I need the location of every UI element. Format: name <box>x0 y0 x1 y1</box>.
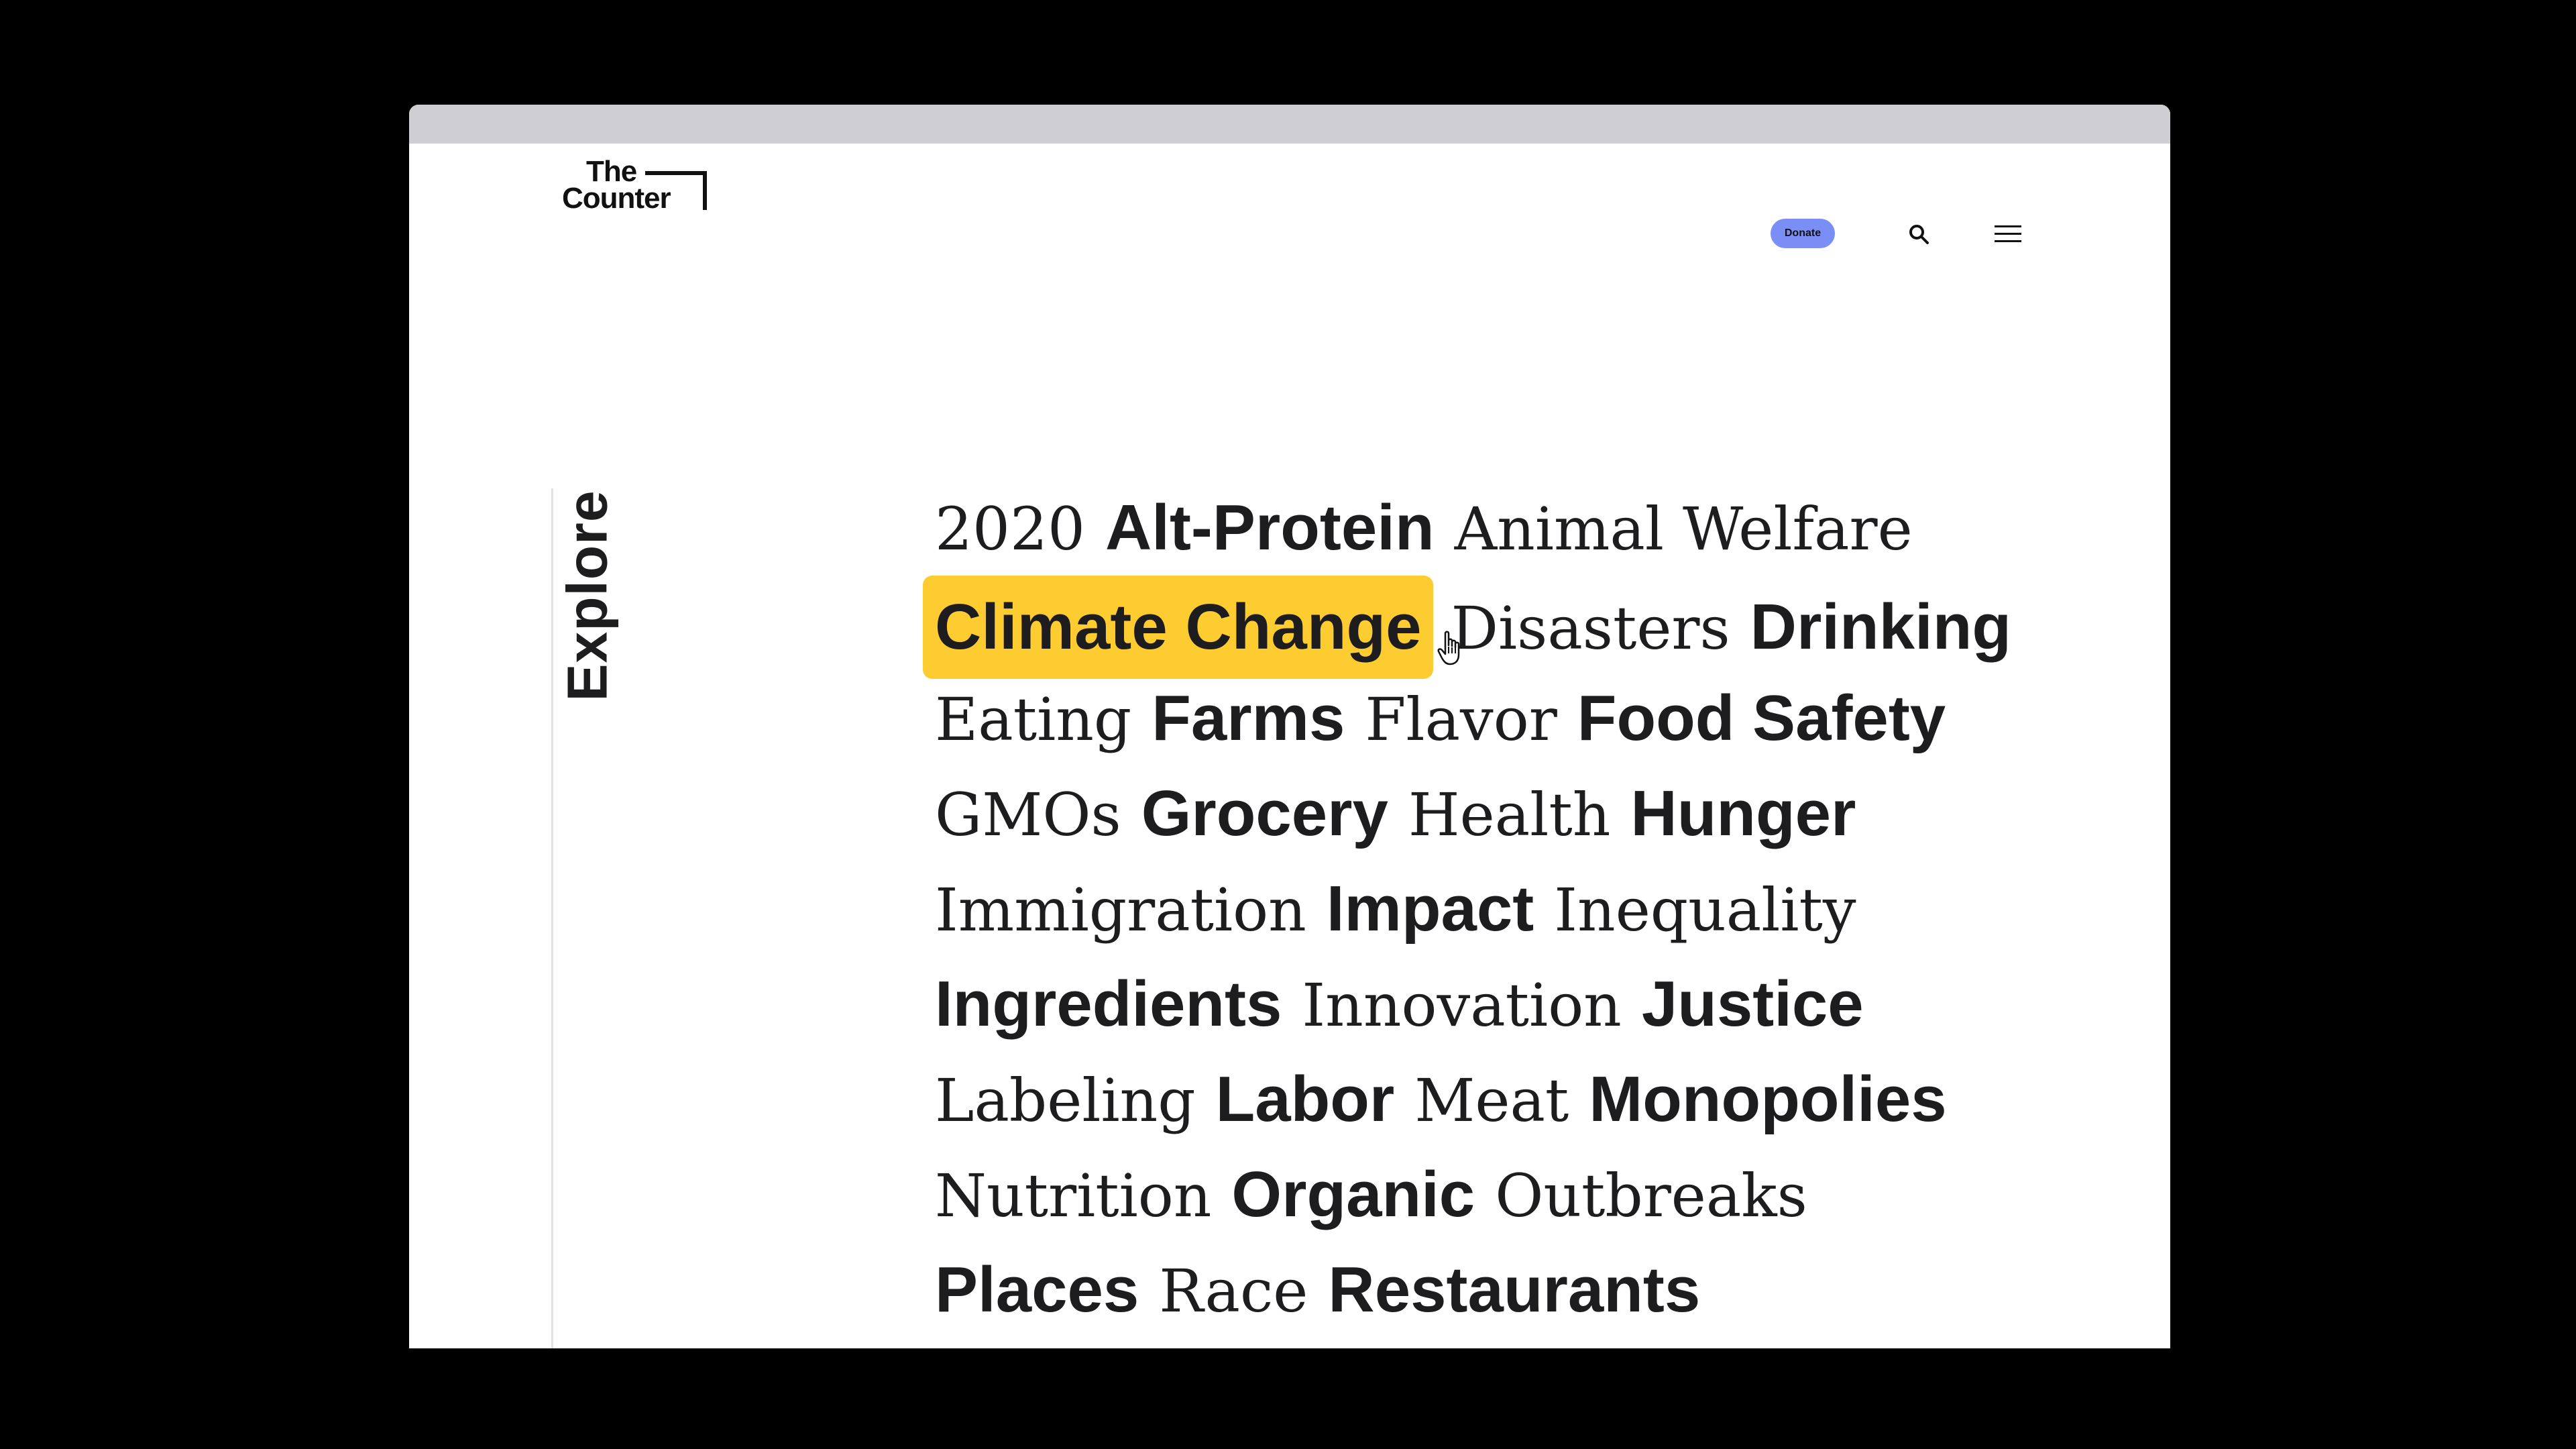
topic-link-school-lunch[interactable]: School Lunch <box>935 1339 1341 1348</box>
browser-window: The Counter Donate Explore 2020 Alt-Prote… <box>409 105 2170 1348</box>
topic-link-disasters[interactable]: Disasters <box>1451 581 1730 676</box>
topic-cloud: 2020 Alt-Protein Animal Welfare Climate Cha… <box>923 480 2088 1348</box>
logo-text-line2: Counter <box>562 182 671 215</box>
topic-link-meat[interactable]: Meat <box>1414 1053 1569 1148</box>
explore-divider <box>551 488 553 1348</box>
topic-link-climate-change[interactable]: Climate Change <box>923 576 1434 679</box>
topic-link-grocery[interactable]: Grocery <box>1141 766 1388 861</box>
topic-link-outbreaks[interactable]: Outbreaks <box>1495 1148 1807 1244</box>
topic-row: GMOs Grocery Health Hunger <box>935 766 2088 861</box>
site-page: The Counter Donate Explore 2020 Alt-Prote… <box>409 144 2170 1348</box>
topic-link-animal-welfare[interactable]: Animal Welfare <box>1455 482 1913 577</box>
topic-link-food-safety[interactable]: Food Safety <box>1577 671 1946 766</box>
topic-link-health[interactable]: Health <box>1408 767 1610 863</box>
topic-row: Climate Change Disasters Drinking <box>923 576 2088 679</box>
topic-link-ingredients[interactable]: Ingredients <box>935 957 1282 1052</box>
donate-button[interactable]: Donate <box>1771 219 1835 248</box>
topic-link-inequality[interactable]: Inequality <box>1554 863 1856 958</box>
topic-link-justice[interactable]: Justice <box>1642 957 1864 1052</box>
topic-row: Eating Farms Flavor Food Safety <box>935 671 2088 766</box>
hamburger-menu-icon[interactable] <box>1995 223 2021 246</box>
topic-link-places[interactable]: Places <box>935 1242 1139 1338</box>
search-icon[interactable] <box>1907 223 1930 246</box>
topic-link-organic[interactable]: Organic <box>1231 1147 1475 1242</box>
browser-titlebar <box>409 105 2170 144</box>
topic-link-labor[interactable]: Labor <box>1216 1052 1395 1147</box>
screen-background: The Counter Donate Explore 2020 Alt-Prote… <box>0 0 2576 1449</box>
topic-row: Ingredients Innovation Justice <box>935 957 2088 1052</box>
topic-row: 2020 Alt-Protein Animal Welfare <box>935 480 2088 576</box>
topic-link-alt-protein[interactable]: Alt-Protein <box>1105 480 1435 576</box>
topic-link-hunger[interactable]: Hunger <box>1630 766 1856 861</box>
explore-heading: Explore <box>555 490 619 702</box>
topic-row: School Lunch Science Sourcing <box>935 1338 2088 1348</box>
topic-link-nutrition[interactable]: Nutrition <box>935 1148 1211 1244</box>
site-logo[interactable]: The Counter <box>562 157 712 217</box>
topic-link-2020[interactable]: 2020 <box>935 482 1085 577</box>
topic-link-monopolies[interactable]: Monopolies <box>1589 1052 1946 1147</box>
topic-row: Immigration Impact Inequality <box>935 861 2088 957</box>
logo-bracket-top <box>645 171 707 175</box>
topic-link-flavor[interactable]: Flavor <box>1365 672 1557 767</box>
topic-link-drinking[interactable]: Drinking <box>1750 580 2011 675</box>
topic-link-labeling[interactable]: Labeling <box>935 1053 1196 1148</box>
topic-link-farms[interactable]: Farms <box>1152 671 1345 766</box>
topic-row: Labeling Labor Meat Monopolies <box>935 1052 2088 1147</box>
topic-link-eating[interactable]: Eating <box>935 672 1131 767</box>
topic-link-sourcing[interactable]: Sourcing <box>1625 1339 1895 1348</box>
topic-link-race[interactable]: Race <box>1159 1244 1308 1339</box>
topic-link-impact[interactable]: Impact <box>1327 861 1534 957</box>
topic-link-restaurants[interactable]: Restaurants <box>1328 1242 1700 1338</box>
topic-link-science[interactable]: Science <box>1361 1338 1605 1348</box>
topic-row: Places Race Restaurants <box>935 1242 2088 1338</box>
topic-row: Nutrition Organic Outbreaks <box>935 1147 2088 1242</box>
topic-link-immigration[interactable]: Immigration <box>935 863 1306 958</box>
topic-link-gmos[interactable]: GMOs <box>935 767 1121 863</box>
topic-link-innovation[interactable]: Innovation <box>1302 958 1621 1053</box>
logo-bracket-side <box>703 171 707 210</box>
